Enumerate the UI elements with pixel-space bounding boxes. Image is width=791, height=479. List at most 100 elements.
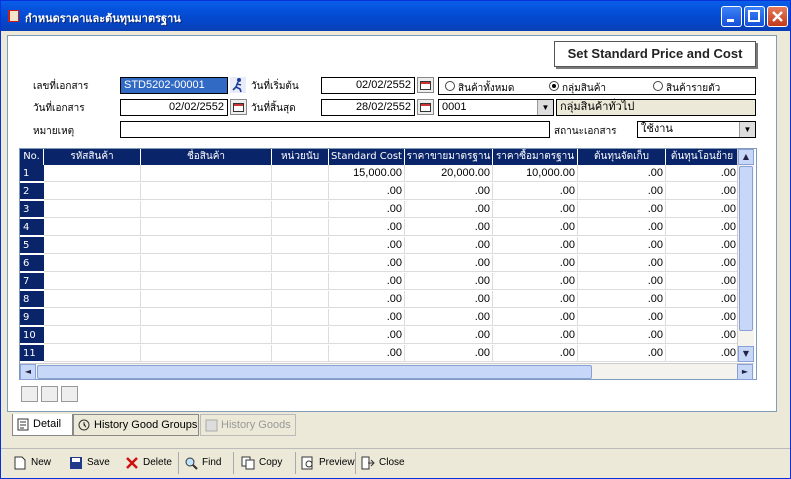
doc-date-calendar-button[interactable] — [230, 99, 247, 115]
grid-cell[interactable]: .00 — [578, 273, 666, 290]
grid-cell[interactable] — [44, 165, 141, 182]
grid-cell[interactable]: .00 — [578, 327, 666, 344]
grid-cell[interactable] — [141, 165, 272, 182]
grid-cell[interactable]: .00 — [493, 255, 578, 272]
grid-cell[interactable] — [272, 327, 329, 344]
grid-cell[interactable]: .00 — [578, 219, 666, 236]
chevron-down-icon[interactable]: ▼ — [739, 122, 755, 137]
grid-cell[interactable]: .00 — [666, 255, 739, 272]
column-header[interactable]: ต้นทุนจัดเก็บ — [578, 149, 666, 165]
grid-cell[interactable]: .00 — [329, 219, 405, 236]
grid-cell[interactable]: .00 — [666, 327, 739, 344]
grid-cell[interactable]: .00 — [329, 291, 405, 308]
horizontal-scrollbar[interactable]: ◄ ► — [20, 363, 754, 380]
grid-cell[interactable]: .00 — [405, 309, 493, 326]
start-date-field[interactable]: 02/02/2552 — [321, 77, 415, 94]
end-date-field[interactable]: 28/02/2552 — [321, 99, 415, 116]
row-number[interactable]: 7 — [20, 273, 44, 290]
grid-cell[interactable]: .00 — [329, 183, 405, 200]
row-number[interactable]: 10 — [20, 327, 44, 344]
radio-all-goods[interactable] — [445, 81, 455, 91]
row-number[interactable]: 2 — [20, 183, 44, 200]
delete-button[interactable]: Delete — [125, 455, 172, 471]
remark-field[interactable] — [120, 121, 550, 138]
grid-cell[interactable]: 20,000.00 — [405, 165, 493, 182]
grid-cell[interactable]: .00 — [405, 327, 493, 344]
row-number[interactable]: 4 — [20, 219, 44, 236]
minimize-button[interactable] — [721, 6, 742, 27]
preview-button[interactable]: Preview — [301, 455, 355, 471]
grid-cell[interactable]: .00 — [329, 345, 405, 362]
grid-cell[interactable] — [141, 237, 272, 254]
column-header[interactable]: หน่วยนับ — [272, 149, 329, 165]
grid-cell[interactable]: .00 — [405, 183, 493, 200]
grid-cell[interactable] — [141, 291, 272, 308]
grid-cell[interactable] — [272, 273, 329, 290]
grid-cell[interactable]: .00 — [666, 309, 739, 326]
grid-cell[interactable] — [44, 219, 141, 236]
column-header[interactable]: No. — [20, 149, 44, 165]
detail-grid[interactable]: No. รหัสสินค้า ชื่อสินค้า หน่วยนับ Standard … — [19, 148, 757, 380]
doc-date-field[interactable]: 02/02/2552 — [120, 99, 228, 116]
row-number[interactable]: 5 — [20, 237, 44, 254]
row-number[interactable]: 8 — [20, 291, 44, 308]
grid-cell[interactable] — [272, 345, 329, 362]
grid-cell[interactable] — [141, 327, 272, 344]
grid-cell[interactable]: .00 — [405, 237, 493, 254]
save-button[interactable]: Save — [69, 455, 110, 471]
grid-cell[interactable] — [44, 345, 141, 362]
radio-goods-group[interactable] — [549, 81, 559, 91]
grid-cell[interactable] — [44, 309, 141, 326]
grid-cell[interactable]: .00 — [666, 201, 739, 218]
grid-cell[interactable] — [141, 183, 272, 200]
column-header[interactable]: ชื่อสินค้า — [141, 149, 272, 165]
grid-cell[interactable]: .00 — [405, 273, 493, 290]
grid-cell[interactable]: .00 — [329, 327, 405, 344]
row-number[interactable]: 1 — [20, 165, 44, 182]
grid-cell[interactable]: .00 — [329, 273, 405, 290]
set-standard-price-button[interactable]: Set Standard Price and Cost — [554, 41, 756, 67]
grid-cell[interactable]: .00 — [578, 255, 666, 272]
grid-cell[interactable] — [44, 327, 141, 344]
grid-cell[interactable]: .00 — [329, 201, 405, 218]
tab-history-good-groups[interactable]: History Good Groups — [73, 414, 199, 436]
grid-cell[interactable] — [141, 201, 272, 218]
grid-cell[interactable] — [141, 273, 272, 290]
column-header[interactable]: รหัสสินค้า — [44, 149, 141, 165]
grid-cell[interactable]: .00 — [329, 237, 405, 254]
grid-cell[interactable]: .00 — [578, 201, 666, 218]
grid-cell[interactable] — [44, 183, 141, 200]
row-number[interactable]: 9 — [20, 309, 44, 326]
start-date-calendar-button[interactable] — [417, 77, 434, 93]
grid-cell[interactable]: .00 — [329, 255, 405, 272]
grid-cell[interactable]: .00 — [493, 237, 578, 254]
grid-cell[interactable]: 15,000.00 — [329, 165, 405, 182]
grid-cell[interactable]: .00 — [493, 291, 578, 308]
runner-icon[interactable] — [230, 77, 246, 93]
grid-cell[interactable] — [272, 237, 329, 254]
grid-cell[interactable]: .00 — [666, 165, 739, 182]
new-button[interactable]: New — [13, 455, 51, 471]
grid-cell[interactable]: .00 — [493, 201, 578, 218]
close-form-button[interactable]: Close — [361, 455, 405, 471]
scroll-down-icon[interactable]: ▼ — [738, 346, 754, 362]
maximize-button[interactable] — [744, 6, 765, 27]
grid-cell[interactable]: .00 — [405, 201, 493, 218]
grid-cell[interactable] — [141, 309, 272, 326]
end-date-calendar-button[interactable] — [417, 99, 434, 115]
grid-cell[interactable] — [272, 183, 329, 200]
tab-detail[interactable]: Detail — [12, 414, 73, 436]
grid-cell[interactable]: .00 — [493, 345, 578, 362]
row-number[interactable]: 6 — [20, 255, 44, 272]
grid-cell[interactable]: .00 — [493, 219, 578, 236]
grid-cell[interactable]: .00 — [493, 327, 578, 344]
grid-cell[interactable]: .00 — [578, 309, 666, 326]
grid-cell[interactable]: .00 — [666, 345, 739, 362]
delete-row-icon[interactable] — [61, 386, 78, 402]
grid-cell[interactable]: .00 — [405, 291, 493, 308]
find-button[interactable]: Find — [184, 455, 221, 471]
status-select[interactable]: ใช้งาน ▼ — [637, 121, 756, 138]
grid-cell[interactable]: .00 — [493, 183, 578, 200]
grid-cell[interactable]: .00 — [405, 255, 493, 272]
scroll-left-icon[interactable]: ◄ — [20, 364, 36, 380]
